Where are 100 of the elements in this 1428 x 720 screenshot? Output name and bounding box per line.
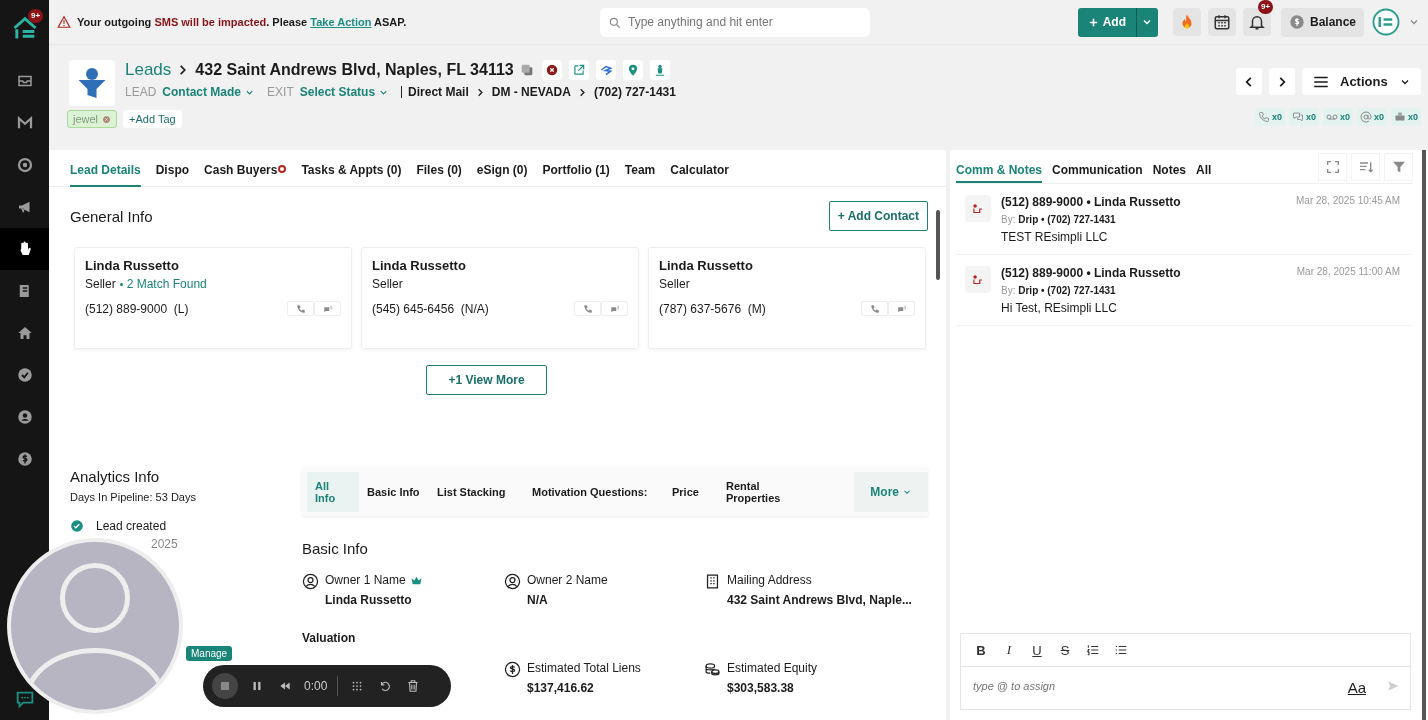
filter-button[interactable] <box>1384 152 1413 181</box>
counter-chip: x0 <box>1254 108 1285 126</box>
message-time: Mar 28, 2025 10:45 AM <box>1296 195 1400 208</box>
tab[interactable]: Files (0) <box>416 160 462 187</box>
call-button[interactable] <box>574 301 601 316</box>
add-contact-button[interactable]: + Add Contact <box>828 201 928 231</box>
message-button[interactable] <box>888 301 915 316</box>
underline-button[interactable]: U <box>1025 642 1049 658</box>
lead-label: LEAD <box>125 85 157 99</box>
match-found-link[interactable]: 2 Match Found <box>126 277 207 291</box>
tab[interactable]: Notes <box>1152 157 1187 183</box>
field-value: Linda Russetto <box>325 593 413 607</box>
field-value: N/A <box>527 593 549 607</box>
event-label: Lead created <box>96 519 168 533</box>
leads-breadcrumb-link[interactable]: Leads <box>125 60 172 80</box>
contact-name: Linda Russetto <box>659 258 754 273</box>
counter-chip: x0 <box>1391 108 1421 126</box>
zigzag-button[interactable] <box>595 60 616 80</box>
phone-icon <box>869 303 880 314</box>
previous-button[interactable] <box>1236 68 1262 95</box>
exit-status-dropdown[interactable]: Select Status <box>299 85 390 99</box>
info-tab[interactable]: List Stacking <box>429 472 524 512</box>
tab[interactable]: Communication <box>1052 157 1143 183</box>
next-button[interactable] <box>1269 68 1295 95</box>
info-tab[interactable]: Motivation Questions: <box>524 472 664 512</box>
recording-time: 0:00 <box>304 679 328 693</box>
dollar-circle-icon <box>504 661 521 678</box>
expand-button[interactable] <box>1318 152 1347 181</box>
restart-icon <box>378 679 393 693</box>
close-button[interactable] <box>541 60 562 80</box>
target-icon <box>15 156 34 174</box>
tab[interactable]: All <box>1196 157 1212 183</box>
field-label: Estimated Equity <box>727 661 818 675</box>
tab[interactable]: Calculator <box>670 160 729 187</box>
contact-phone: (787) 637-5676 (M) <box>659 301 766 316</box>
chat-bubbles-icon <box>609 303 620 314</box>
info-tab[interactable]: Basic Info <box>359 472 429 512</box>
call-button[interactable] <box>287 301 314 316</box>
italic-button[interactable]: I <box>997 642 1021 658</box>
take-action-link[interactable]: Take Action <box>310 16 372 28</box>
zigzag-icon <box>598 63 613 77</box>
contact-name: Linda Russetto <box>85 258 180 273</box>
contact-role: Seller <box>659 277 690 291</box>
contact-role: Seller <box>372 277 403 291</box>
tab[interactable]: Portfolio (1) <box>542 160 610 187</box>
tab[interactable]: Tasks & Appts (0) <box>301 160 402 187</box>
note-input[interactable]: type @ to assign <box>971 678 1328 693</box>
tab[interactable]: eSign (0) <box>476 160 528 187</box>
field-value: $303,583.38 <box>727 681 795 695</box>
tab[interactable]: Team <box>624 160 656 187</box>
info-tab[interactable]: Rental Properties <box>718 472 818 512</box>
view-more-button[interactable]: +1 View More <box>426 365 547 395</box>
person-button[interactable] <box>649 60 670 80</box>
notifications-button[interactable] <box>1242 8 1271 36</box>
info-tab[interactable]: Price <box>664 472 718 512</box>
map-pin-button[interactable] <box>622 60 643 80</box>
external-link-button[interactable] <box>568 60 589 80</box>
message-button[interactable] <box>314 301 341 316</box>
add-tag-button[interactable]: +Add Tag <box>123 110 182 128</box>
search-field[interactable]: Type anything and hit enter <box>600 7 870 37</box>
balance-button[interactable]: Balance <box>1280 7 1364 37</box>
add-dropdown-button[interactable] <box>1135 7 1158 37</box>
fire-button[interactable] <box>1172 8 1201 36</box>
actions-dropdown[interactable]: Actions <box>1302 68 1421 95</box>
tab[interactable]: Dispo <box>155 160 190 187</box>
dollar-icon <box>15 450 34 468</box>
page-title: 432 Saint Andrews Blvd, Naples, FL 34113 <box>195 61 514 79</box>
source-path-item: DM - NEVADA <box>491 85 571 99</box>
sort-button[interactable] <box>1351 152 1380 181</box>
stop-icon <box>218 679 232 693</box>
scrollbar[interactable] <box>1422 150 1426 720</box>
tab[interactable]: Lead Details <box>70 160 141 187</box>
coins-icon <box>704 661 721 678</box>
message-time: Mar 28, 2025 11:00 AM <box>1296 266 1400 279</box>
external-link-icon <box>571 63 586 77</box>
add-button[interactable]: Add <box>1077 7 1136 37</box>
event-date: 2025 <box>150 537 178 551</box>
info-tab[interactable]: All Info <box>307 472 359 512</box>
message-text: Hi Test, REsimpli LLC <box>1001 301 1118 315</box>
fax-icon <box>1394 111 1406 123</box>
contact-role: Seller <box>85 277 116 291</box>
counter-chip: x0 <box>1322 108 1353 126</box>
scrollbar[interactable] <box>936 210 940 280</box>
contact-name: Linda Russetto <box>372 258 467 273</box>
more-dropdown[interactable]: More <box>854 472 928 512</box>
calendar-icon <box>1212 13 1231 31</box>
company-logo-icon[interactable] <box>1371 7 1401 37</box>
bullet-list-icon <box>1114 643 1128 657</box>
stop-button[interactable] <box>212 673 238 699</box>
tab[interactable]: Cash Buyers <box>204 160 287 187</box>
call-button[interactable] <box>861 301 888 316</box>
text-format-button[interactable]: Aa <box>1347 679 1366 696</box>
dollar-icon <box>1288 14 1305 30</box>
calendar-button[interactable] <box>1207 8 1236 36</box>
tab[interactable]: Comm & Notes <box>956 157 1042 183</box>
lead-status-dropdown[interactable]: Contact Made <box>162 85 256 99</box>
message-button[interactable] <box>601 301 628 316</box>
bold-button[interactable]: B <box>969 642 993 658</box>
sidebar-item[interactable] <box>0 228 49 270</box>
strike-button[interactable]: S <box>1053 642 1077 658</box>
